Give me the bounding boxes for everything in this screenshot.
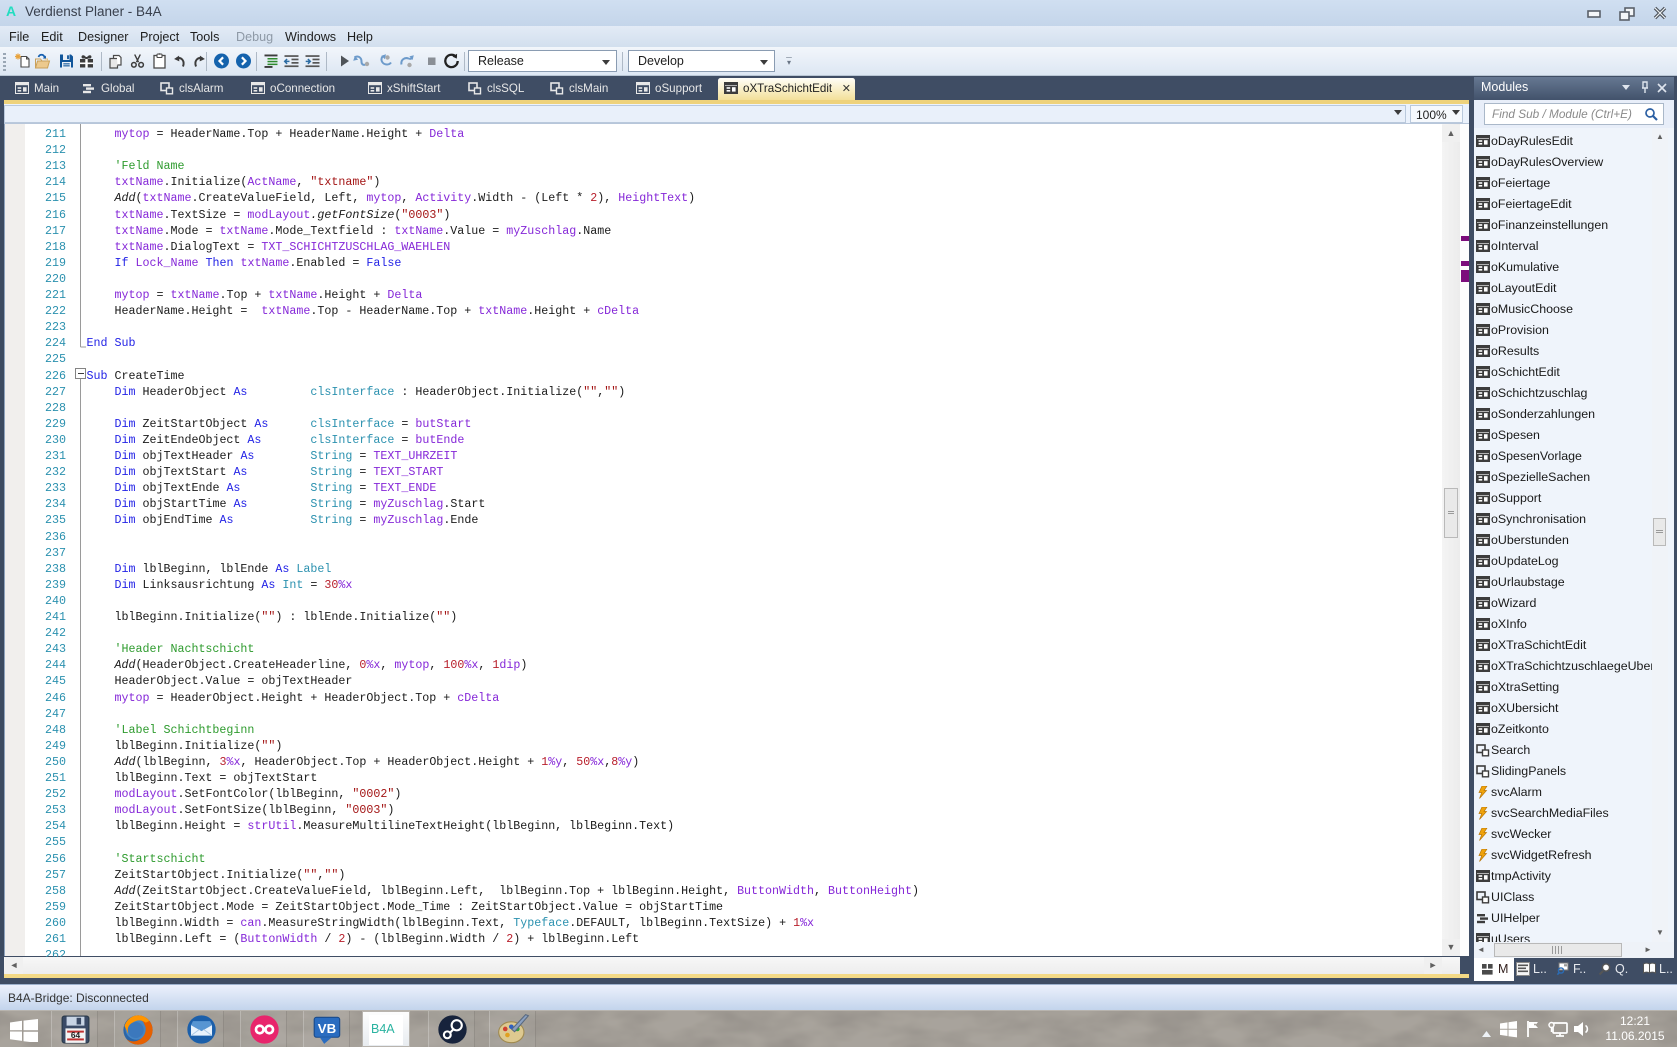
svg-text:64: 64 [71, 1030, 81, 1040]
svg-text:VB: VB [318, 1021, 336, 1036]
